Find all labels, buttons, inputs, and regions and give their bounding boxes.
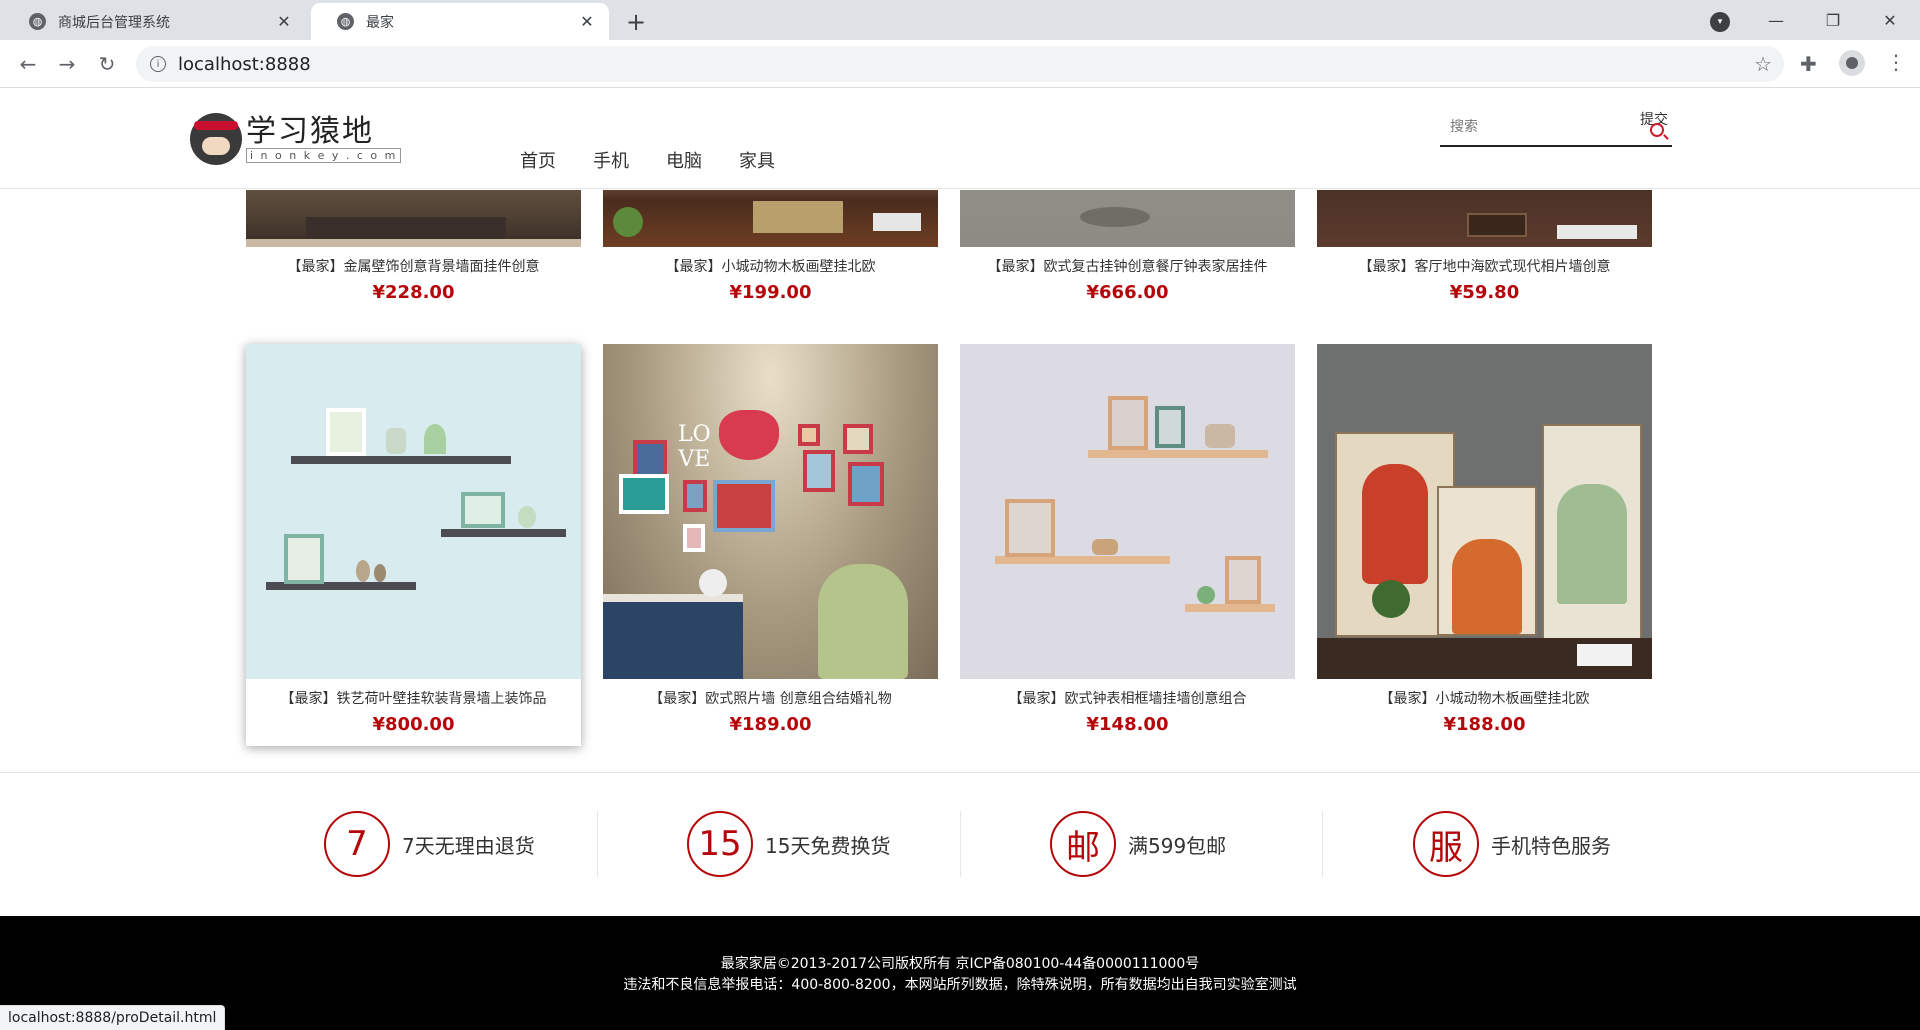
logo-main-text: 学习猿地 [246, 113, 374, 149]
product-price: ¥800.00 [372, 714, 455, 735]
main-nav: 首页 手机 电脑 家具 [520, 147, 775, 173]
service-label: 15天免费换货 [765, 833, 891, 858]
tab-title: 最家 [366, 14, 394, 31]
product-card[interactable]: 【最家】小城动物木板画壁挂北欧 ¥188.00 [1317, 344, 1652, 735]
product-name[interactable]: 【最家】小城动物木板画壁挂北欧 [1317, 688, 1652, 708]
tab-search-icon[interactable]: ▾ [1710, 12, 1730, 32]
globe-icon: ◍ [337, 13, 354, 30]
product-card[interactable]: 【最家】金属壁饰创意背景墙面挂件创意 ¥228.00 [246, 190, 581, 303]
product-card[interactable]: 【最家】欧式复古挂钟创意餐厅钟表家居挂件 ¥666.00 [960, 190, 1295, 303]
product-image[interactable] [246, 190, 581, 247]
product-name[interactable]: 【最家】欧式钟表相框墙挂墙创意组合 [960, 688, 1295, 708]
product-image[interactable] [603, 190, 938, 247]
status-bar-url: localhost:8888/proDetail.html [0, 1005, 226, 1030]
browser-tabstrip: ◍ 商城后台管理系统 ✕ ◍ 最家 ✕ + ▾ — ❐ ✕ [0, 0, 1920, 40]
browser-toolbar: ← → ↻ i localhost:8888 ☆ ✚ ⋮ [0, 40, 1920, 88]
close-icon[interactable]: ✕ [274, 12, 294, 32]
browser-menu-icon[interactable]: ⋮ [1886, 50, 1906, 74]
browser-tab-admin[interactable]: ◍ 商城后台管理系统 ✕ [3, 3, 306, 40]
service-exchange: 15 15天免费换货 [687, 811, 890, 877]
minimize-icon[interactable]: — [1748, 0, 1804, 40]
logo-sub-text: i n o n k e y . c o m [246, 147, 402, 163]
product-image[interactable] [1317, 344, 1652, 679]
mail-icon: 邮 [1050, 811, 1116, 877]
divider [960, 811, 961, 877]
monkey-logo-icon [190, 113, 242, 165]
product-list: 【最家】金属壁饰创意背景墙面挂件创意 ¥228.00 【最家】小城动物木板画壁挂… [0, 190, 1920, 772]
product-name[interactable]: 【最家】欧式照片墙 创意组合结婚礼物 [603, 688, 938, 708]
nav-phone[interactable]: 手机 [593, 147, 629, 173]
bookmark-star-icon[interactable]: ☆ [1754, 52, 1772, 76]
service-return: 7 7天无理由退货 [324, 811, 535, 877]
service-icon: 服 [1413, 811, 1479, 877]
product-card[interactable]: 【最家】客厅地中海欧式现代相片墙创意 ¥59.80 [1317, 190, 1652, 303]
product-card[interactable]: 【最家】铁艺荷叶壁挂软装背景墙上装饰品 ¥800.00 [246, 344, 581, 746]
info-icon[interactable]: i [150, 56, 166, 72]
product-name[interactable]: 【最家】小城动物木板画壁挂北欧 [603, 256, 938, 276]
address-bar[interactable]: i localhost:8888 ☆ [136, 46, 1784, 82]
service-label: 满599包邮 [1128, 833, 1227, 858]
product-price: ¥189.00 [729, 714, 812, 735]
product-image[interactable] [246, 344, 581, 679]
reload-icon[interactable]: ↻ [93, 50, 121, 78]
profile-avatar-icon[interactable] [1839, 50, 1865, 76]
forward-icon[interactable]: → [53, 50, 81, 78]
search-box: 提交 [1440, 112, 1672, 147]
site-footer: 最家家居©2013-2017公司版权所有 京ICP备080100-44备0000… [0, 916, 1920, 1030]
product-image[interactable] [1317, 190, 1652, 247]
product-price: ¥59.80 [1449, 282, 1520, 303]
product-card[interactable]: 【最家】小城动物木板画壁挂北欧 ¥199.00 [603, 190, 938, 303]
divider [597, 811, 598, 877]
address-url: localhost:8888 [178, 53, 311, 75]
site-header: 学习猿地 i n o n k e y . c o m 首页 手机 电脑 家具 提… [0, 89, 1920, 189]
back-icon[interactable]: ← [14, 50, 42, 78]
service-bar: 7 7天无理由退货 15 15天免费换货 邮 满599包邮 服 手机特色服务 [0, 772, 1920, 916]
product-price: ¥666.00 [1086, 282, 1169, 303]
close-icon[interactable]: ✕ [577, 12, 597, 32]
extensions-icon[interactable]: ✚ [1800, 52, 1817, 76]
restore-icon[interactable]: ❐ [1805, 0, 1861, 40]
product-name[interactable]: 【最家】客厅地中海欧式现代相片墙创意 [1317, 256, 1652, 276]
new-tab-button[interactable]: + [622, 8, 650, 36]
product-card[interactable]: 【最家】欧式钟表相框墙挂墙创意组合 ¥148.00 [960, 344, 1295, 735]
window-close-icon[interactable]: ✕ [1862, 0, 1918, 40]
service-label: 7天无理由退货 [402, 833, 535, 858]
product-card[interactable]: LO VE 【最家】欧式照片墙 创意组合结婚礼物 ¥189.00 [603, 344, 938, 735]
return-7-icon: 7 [324, 811, 390, 877]
product-price: ¥228.00 [372, 282, 455, 303]
product-price: ¥188.00 [1443, 714, 1526, 735]
product-image[interactable] [960, 344, 1295, 679]
search-icon[interactable] [1650, 123, 1664, 137]
product-name[interactable]: 【最家】铁艺荷叶壁挂软装背景墙上装饰品 [246, 688, 581, 708]
tab-title: 商城后台管理系统 [58, 14, 170, 31]
exchange-15-icon: 15 [687, 811, 753, 877]
browser-tab-zuijia[interactable]: ◍ 最家 ✕ [311, 3, 609, 40]
service-shipping: 邮 满599包邮 [1050, 811, 1226, 877]
nav-home[interactable]: 首页 [520, 147, 556, 173]
search-input[interactable] [1450, 119, 1630, 135]
product-name[interactable]: 【最家】欧式复古挂钟创意餐厅钟表家居挂件 [960, 256, 1295, 276]
nav-furniture[interactable]: 家具 [739, 147, 775, 173]
site-logo[interactable]: 学习猿地 i n o n k e y . c o m [190, 113, 402, 165]
service-support: 服 手机特色服务 [1413, 811, 1611, 877]
product-image[interactable]: LO VE [603, 344, 938, 679]
nav-computer[interactable]: 电脑 [666, 147, 702, 173]
product-name[interactable]: 【最家】金属壁饰创意背景墙面挂件创意 [246, 256, 581, 276]
product-price: ¥148.00 [1086, 714, 1169, 735]
product-price: ¥199.00 [729, 282, 812, 303]
divider [1322, 811, 1323, 877]
product-image[interactable] [960, 190, 1295, 247]
globe-icon: ◍ [29, 13, 46, 30]
footer-report-line: 违法和不良信息举报电话：400-800-8200，本网站所列数据，除特殊说明，所… [623, 977, 1297, 993]
footer-copyright: 最家家居©2013-2017公司版权所有 京ICP备080100-44备0000… [720, 956, 1200, 972]
service-label: 手机特色服务 [1491, 833, 1611, 858]
